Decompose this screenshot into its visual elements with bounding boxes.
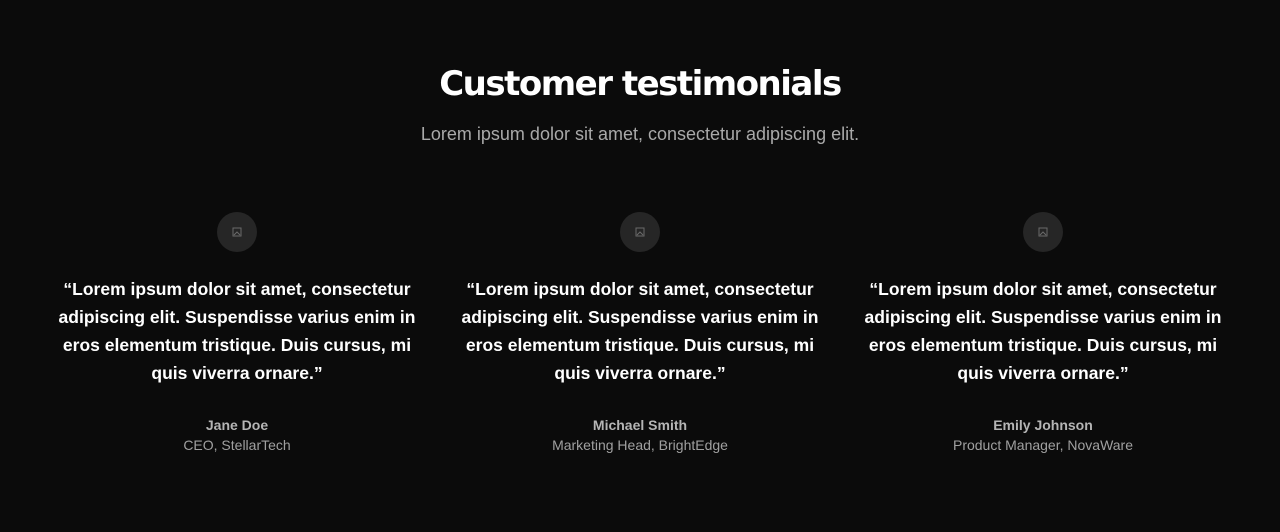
testimonial-quote: “Lorem ipsum dolor sit amet, consectetur…	[864, 279, 1222, 383]
testimonials-section: Customer testimonials Lorem ipsum dolor …	[0, 0, 1280, 532]
testimonial-author-role: CEO, StellarTech	[183, 437, 291, 453]
testimonial-author-name: Jane Doe	[205, 417, 269, 433]
testimonial-card: “Lorem ipsum dolor sit amet, consectetur…	[36, 212, 438, 455]
testimonial-author-name: Emily Johnson	[993, 417, 1093, 433]
testimonial-card: “Lorem ipsum dolor sit amet, consectetur…	[842, 212, 1244, 455]
testimonial-quote: “Lorem ipsum dolor sit amet, consectetur…	[461, 279, 819, 383]
avatar	[1023, 212, 1063, 252]
testimonial-card: “Lorem ipsum dolor sit amet, consectetur…	[439, 212, 841, 455]
avatar	[217, 212, 257, 252]
avatar	[620, 212, 660, 252]
testimonial-quote: “Lorem ipsum dolor sit amet, consectetur…	[58, 279, 416, 383]
section-title: Customer testimonials	[439, 64, 842, 104]
image-placeholder-icon	[635, 227, 645, 237]
testimonial-author-role: Marketing Head, BrightEdge	[552, 437, 728, 453]
image-placeholder-icon	[232, 227, 242, 237]
section-subtitle: Lorem ipsum dolor sit amet, consectetur …	[420, 124, 860, 144]
testimonial-author-name: Michael Smith	[592, 417, 688, 433]
image-placeholder-icon	[1038, 227, 1048, 237]
testimonial-list: “Lorem ipsum dolor sit amet, consectetur…	[36, 212, 1244, 455]
testimonial-author-role: Product Manager, NovaWare	[952, 437, 1133, 453]
